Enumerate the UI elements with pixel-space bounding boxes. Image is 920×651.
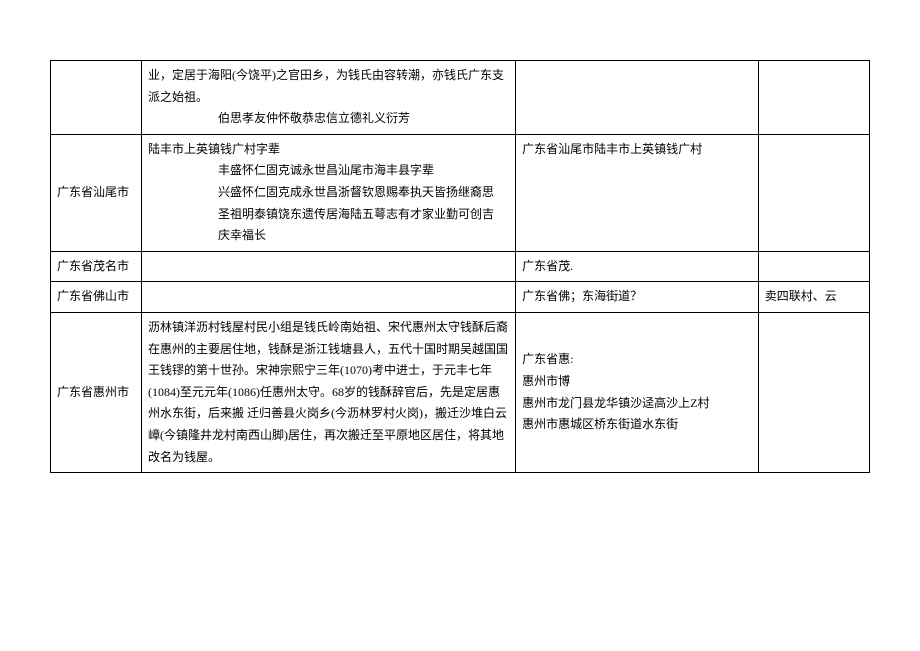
text-line: 圣祖明泰镇饶东遗传居海陆五萼志有才家业勤可创吉	[148, 204, 509, 226]
cell-region: 广东省惠州市	[51, 312, 142, 472]
text-line: 兴盛怀仁固克成永世昌浙督钦恩赐奉执天皆扬继裔思	[148, 182, 509, 204]
cell-description: 业，定居于海阳(今饶平)之官田乡，为钱氏由容转潮，亦钱氏广东支派之始祖。 伯思孝…	[142, 61, 516, 135]
cell-extra	[758, 312, 869, 472]
text-line: 陆丰市上英镇钱广村字辈	[148, 142, 280, 156]
table-row: 广东省惠州市 沥林镇洋沥村钱屋村民小组是钱氏岭南始祖、宋代惠州太守钱酥后裔在惠州…	[51, 312, 870, 472]
cell-region	[51, 61, 142, 135]
cell-description: 陆丰市上英镇钱广村字辈 丰盛怀仁固克诚永世昌汕尾市海丰县字辈 兴盛怀仁固克成永世…	[142, 134, 516, 251]
cell-region: 广东省茂名市	[51, 251, 142, 282]
text-line: 丰盛怀仁固克诚永世昌汕尾市海丰县字辈	[148, 160, 509, 182]
cell-location	[516, 61, 759, 135]
cell-description	[142, 282, 516, 313]
table-row: 广东省汕尾市 陆丰市上英镇钱广村字辈 丰盛怀仁固克诚永世昌汕尾市海丰县字辈 兴盛…	[51, 134, 870, 251]
table-row: 广东省佛山市 广东省佛；东海街道？ 卖四联村、云	[51, 282, 870, 313]
text-line: 惠州市博	[522, 374, 570, 388]
text-line: 广东省惠:	[522, 352, 573, 366]
text-line: 伯思孝友仲怀敬恭忠信立德礼义衍芳	[148, 108, 509, 130]
text-line: 惠州市龙门县龙华镇沙迳高沙上Z村	[522, 396, 709, 410]
text-line: 业，定居于海阳(今饶平)之官田乡，为钱氏由容转潮，亦钱氏广东支派之始祖。	[148, 68, 504, 104]
cell-extra	[758, 251, 869, 282]
cell-extra	[758, 61, 869, 135]
cell-location: 广东省汕尾市陆丰市上英镇钱广村	[516, 134, 759, 251]
cell-region: 广东省佛山市	[51, 282, 142, 313]
cell-region: 广东省汕尾市	[51, 134, 142, 251]
cell-description: 沥林镇洋沥村钱屋村民小组是钱氏岭南始祖、宋代惠州太守钱酥后裔在惠州的主要居住地，…	[142, 312, 516, 472]
cell-location: 广东省惠: 惠州市博 惠州市龙门县龙华镇沙迳高沙上Z村 惠州市惠城区桥东街道水东…	[516, 312, 759, 472]
genealogy-table: 业，定居于海阳(今饶平)之官田乡，为钱氏由容转潮，亦钱氏广东支派之始祖。 伯思孝…	[50, 60, 870, 473]
table-row: 广东省茂名市 广东省茂.	[51, 251, 870, 282]
text-line: 庆幸福长	[148, 225, 509, 247]
cell-extra: 卖四联村、云	[758, 282, 869, 313]
table-row: 业，定居于海阳(今饶平)之官田乡，为钱氏由容转潮，亦钱氏广东支派之始祖。 伯思孝…	[51, 61, 870, 135]
cell-extra	[758, 134, 869, 251]
cell-location: 广东省茂.	[516, 251, 759, 282]
text-line: 惠州市惠城区桥东街道水东街	[522, 417, 678, 431]
cell-location: 广东省佛；东海街道？	[516, 282, 759, 313]
cell-description	[142, 251, 516, 282]
